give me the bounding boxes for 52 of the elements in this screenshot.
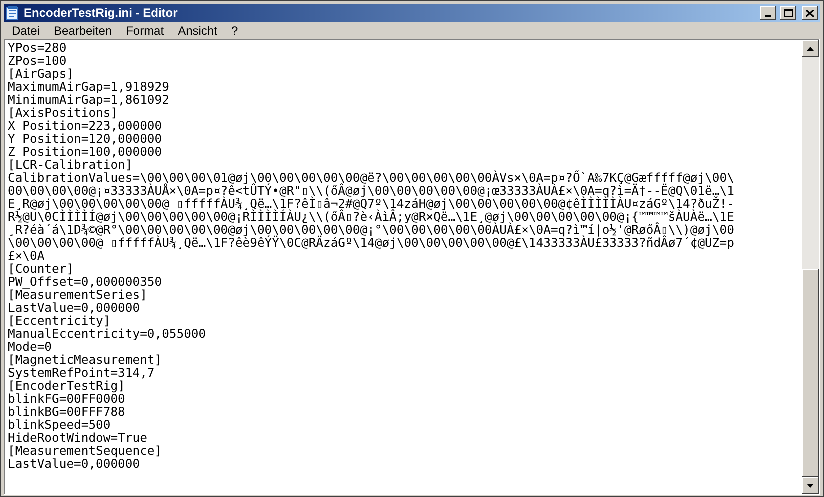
text-line: MinimumAirGap=1,861092 — [8, 94, 170, 107]
text-line: blinkSpeed=500 — [8, 419, 111, 432]
text-line: Mode=0 — [8, 341, 52, 354]
text-line: [LCR-Calibration] — [8, 159, 133, 172]
text-line: [MeasurementSequence] — [8, 445, 162, 458]
text-line: [AxisPositions] — [8, 107, 118, 120]
minimize-icon — [765, 15, 771, 17]
text-line: ManualEccentricity=0,055000 — [8, 328, 206, 341]
text-line: LastValue=0,000000 — [8, 458, 140, 471]
menu-item[interactable]: Ansicht — [172, 22, 224, 39]
scroll-up-button[interactable] — [802, 40, 819, 57]
down-arrow-icon — [807, 484, 814, 488]
maximize-button[interactable] — [780, 6, 796, 20]
scroll-down-button[interactable] — [802, 477, 819, 494]
text-line: CalibrationValues=\00\00\00\01@øj\00\00\00\00\00@ë?\00\00\00\00\00ÀVs×\0A=p¤?Ő`A‰7KÇ@Gæfffff@øj\00\ — [8, 172, 734, 185]
text-line: blinkFG=00FF0000 — [8, 393, 126, 406]
minimize-button[interactable] — [760, 6, 776, 20]
text-line: Y Position=120,000000 — [8, 133, 162, 146]
menu-item[interactable]: Datei — [6, 22, 46, 39]
menu-item[interactable]: Format — [120, 22, 170, 39]
text-line: SystemRefPoint=314,7 — [8, 367, 155, 380]
text-line: LastValue=0,000000 — [8, 302, 140, 315]
text-line: MaximumAirGap=1,918929 — [8, 81, 170, 94]
text-line: E¸R@øj\00\00\00\00\00@ ▯fffffÀU¾¸Që…\1F?êÌ▯â¬2#@Q7º\14záH@øj\00\00\00\00\00@¢êÌÌÌÌÌÀU¤záGº\14?ðuŽ!- — [8, 198, 734, 211]
text-line: 00\00\00\00@¡¤33333ÀUÅ×\0A=p¤?ê<tÛTÝ•@R"▯\\(őÂ@øj\00\00\00\00\00@¡œ33333ÀUÀ£×\0A=q?ì=Ä†--Ë@Q\01ë…\1 — [8, 185, 734, 198]
menu-item[interactable]: Bearbeiten — [48, 22, 118, 39]
text-line: blinkBG=00FFF788 — [8, 406, 126, 419]
text-line: [MagneticMeasurement] — [8, 354, 162, 367]
notepad-icon — [6, 6, 20, 20]
window-title: EncoderTestRig.ini - Editor — [24, 5, 179, 22]
close-icon — [806, 10, 814, 16]
scrollbar-thumb[interactable] — [802, 269, 819, 477]
menu-item[interactable]: ? — [225, 22, 244, 39]
text-line: [Eccentricity] — [8, 315, 111, 328]
text-line: ¸R?éà´á\1D¾©@R°\00\00\00\00\00@øj\00\00\00\00\00@¡°\00\00\00\00\00ÀUÀ£×\0A=q?ì™í|o½'@RøőÂ▯\\)@øj\00 — [8, 224, 734, 237]
text-line: YPos=280 — [8, 42, 67, 55]
up-arrow-icon — [807, 46, 814, 50]
close-button[interactable] — [802, 6, 818, 20]
text-line: R½@U\0CÌÌÌÌÍ@øj\00\00\00\00\00@¡RÌÌÌÌÍÀU¿\\(őÂ▯?è‹ÀìÂ;y@R×Që…\1E¸@øj\00\00\00\00\00@¡{™™™™šÀUÀë…\1E — [8, 211, 734, 224]
text-line: [AirGaps] — [8, 68, 74, 81]
text-line: [Counter] — [8, 263, 74, 276]
text-line: Z Position=100,000000 — [8, 146, 162, 159]
text-line: X Position=223,000000 — [8, 120, 162, 133]
text-line: ZPos=100 — [8, 55, 67, 68]
text-line: HideRootWindow=True — [8, 432, 148, 445]
vertical-scrollbar[interactable] — [802, 40, 819, 494]
text-line: [EncoderTestRig] — [8, 380, 126, 393]
text-line: [MeasurementSeries] — [8, 289, 148, 302]
text-line: £×\0A — [8, 250, 45, 263]
maximize-icon — [784, 9, 792, 17]
text-line: \00\00\00\00@ ▯fffffÀU¾¸Që…\1F?êè9êÝŸ\0C@RÄzáGº\14@øj\00\00\00\00\00@£\1433333ÀU£33333?ñdÂø7´¢@UZ=p — [8, 237, 734, 250]
text-line: PW_Offset=0,000000350 — [8, 276, 162, 289]
